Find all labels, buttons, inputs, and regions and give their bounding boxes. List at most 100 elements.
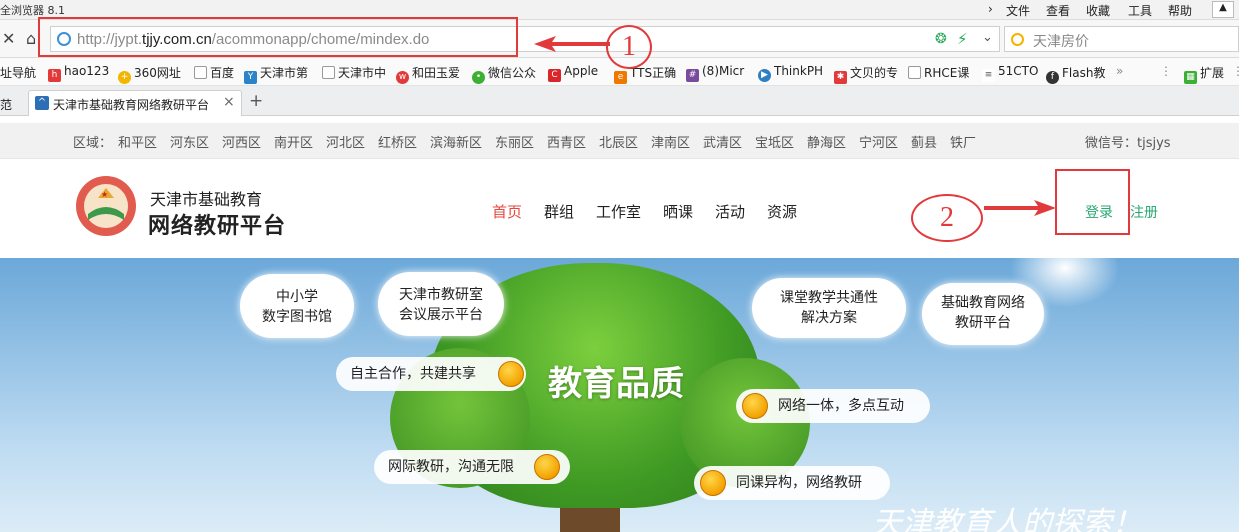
page-icon: [322, 66, 335, 79]
star-icon: ✱: [834, 71, 847, 84]
region-link[interactable]: 津南区: [651, 132, 690, 151]
home-icon[interactable]: ⌂: [26, 29, 36, 48]
flash-icon: f: [1046, 71, 1059, 84]
nav-activities[interactable]: 活动: [715, 201, 745, 222]
orange-icon: [498, 361, 524, 387]
more-icon[interactable]: ⋮: [1232, 64, 1239, 78]
slogan: 教育品质: [548, 364, 684, 404]
divider-icon: ⋮: [1160, 64, 1172, 78]
pill-label: 自主合作，共建共享: [350, 366, 476, 382]
bookmark-item[interactable]: f Flash教: [1046, 64, 1105, 84]
region-link[interactable]: 宝坻区: [755, 132, 794, 151]
bookmark-item[interactable]: Y 天津市第: [244, 64, 308, 84]
dropdown-chevron-icon[interactable]: ⌄: [982, 30, 993, 45]
handwriting-slogan: 天津教育人的探索！: [872, 506, 1142, 532]
annotation-circle-2: 2: [911, 194, 983, 242]
nav-resources[interactable]: 资源: [767, 201, 797, 222]
hero-banner: 中小学 数字图书馆 天津市教研室 会议展示平台 课堂教学共通性 解决方案 基础教…: [0, 258, 1239, 532]
nav-studio[interactable]: 工作室: [596, 201, 641, 222]
bookmark-item[interactable]: C Apple: [548, 64, 598, 82]
bookmark-item[interactable]: ✱ 文贝的专: [834, 64, 898, 84]
orange-icon: [700, 470, 726, 496]
bookmark-item[interactable]: RHCE课: [908, 64, 969, 81]
bookmark-item[interactable]: # (8)Micr: [686, 64, 744, 82]
region-link[interactable]: 北辰区: [599, 132, 638, 151]
orange-icon: [534, 454, 560, 480]
cloud-conference[interactable]: 天津市教研室 会议展示平台: [378, 272, 504, 336]
menu-help[interactable]: 帮助: [1168, 2, 1192, 19]
wechat-icon: •: [472, 71, 485, 84]
region-link[interactable]: 红桥区: [378, 132, 417, 151]
bookmark-item[interactable]: 百度: [194, 64, 234, 81]
bookmark-item[interactable]: 址导航: [0, 64, 36, 81]
play-icon: ▶: [758, 69, 771, 82]
site-favicon-icon: ^: [35, 96, 49, 110]
pill-label: 网际教研，沟通无限: [388, 459, 514, 475]
svg-text:★: ★: [101, 190, 108, 199]
region-link[interactable]: 宁河区: [859, 132, 898, 151]
menu-view[interactable]: 查看: [1046, 2, 1070, 19]
orange-icon: [742, 393, 768, 419]
cloud-platform[interactable]: 基础教育网络 教研平台: [922, 283, 1044, 345]
pill-label: 同课异构，网络教研: [736, 475, 862, 491]
annotation-url-box: [38, 17, 518, 57]
extensions-icon: ▦: [1184, 71, 1197, 84]
360-icon: +: [118, 71, 131, 84]
region-link[interactable]: 河西区: [222, 132, 261, 151]
bookmark-item[interactable]: w 和田玉爱: [396, 64, 460, 84]
annotation-circle-1: 1: [606, 25, 652, 69]
cloud-library[interactable]: 中小学 数字图书馆: [240, 274, 354, 338]
region-bar: 区域： 和平区 河东区 河西区 南开区 河北区 红桥区 滨海新区 东丽区 西青区…: [0, 123, 1239, 159]
browser-title: 全浏览器 8.1: [0, 4, 65, 17]
speed-icon[interactable]: ⚡: [957, 30, 968, 48]
tab-partial-label[interactable]: 范: [0, 96, 12, 113]
region-link[interactable]: 西青区: [547, 132, 586, 151]
cto-icon: ≡: [982, 69, 995, 82]
hao123-icon: h: [48, 69, 61, 82]
search-placeholder: 天津房价: [1033, 34, 1089, 50]
bookmark-item[interactable]: h hao123: [48, 64, 109, 82]
region-link[interactable]: 武清区: [703, 132, 742, 151]
region-link[interactable]: 滨海新区: [430, 132, 482, 151]
logo-emblem[interactable]: ★: [74, 174, 138, 238]
region-link[interactable]: 河东区: [170, 132, 209, 151]
tab-active[interactable]: ^ 天津市基础教育网络教研平台 ×: [28, 90, 242, 116]
tab-title: 天津市基础教育网络教研平台: [53, 98, 210, 112]
bookmark-item[interactable]: ≡ 51CTO: [982, 64, 1038, 82]
region-link[interactable]: 南开区: [274, 132, 313, 151]
tts-icon: e: [614, 71, 627, 84]
bookmark-item[interactable]: +360网址: [118, 64, 181, 84]
nav-groups[interactable]: 群组: [544, 201, 574, 222]
region-link[interactable]: 蓟县: [911, 132, 937, 151]
cloud-solutions[interactable]: 课堂教学共通性 解决方案: [752, 278, 906, 338]
menu-file[interactable]: 文件: [1006, 2, 1030, 19]
bookmark-item[interactable]: ▶ ThinkPH: [758, 64, 823, 82]
new-tab-button[interactable]: +: [249, 91, 263, 111]
extensions-button[interactable]: ▦ 扩展: [1184, 64, 1224, 84]
wechat-id: 微信号：tjsjys: [1085, 136, 1171, 151]
refresh-icon[interactable]: ❂: [935, 31, 947, 47]
register-link[interactable]: 注册: [1130, 202, 1158, 222]
region-label: 区域：: [73, 136, 113, 151]
search-input[interactable]: 天津房价: [1004, 26, 1239, 52]
tab-close-icon[interactable]: ×: [223, 94, 235, 110]
region-link[interactable]: 铁厂: [950, 132, 976, 151]
skin-icon[interactable]: ▲: [1212, 1, 1234, 18]
page-icon: [908, 66, 921, 79]
annotation-arrow-1: [534, 36, 610, 52]
region-link[interactable]: 和平区: [118, 132, 157, 151]
region-link[interactable]: 静海区: [807, 132, 846, 151]
close-icon[interactable]: ✕: [2, 29, 15, 48]
bookmark-item[interactable]: 天津市中: [322, 64, 386, 81]
nav-lessons[interactable]: 晒课: [663, 201, 693, 222]
menu-chevron-icon[interactable]: ›: [988, 2, 993, 16]
more-bookmarks-icon[interactable]: »: [1116, 64, 1123, 78]
menu-favorites[interactable]: 收藏: [1086, 2, 1110, 19]
nav-home[interactable]: 首页: [492, 201, 522, 222]
region-link[interactable]: 河北区: [326, 132, 365, 151]
menu-tools[interactable]: 工具: [1128, 2, 1152, 19]
bookmark-item[interactable]: • 微信公众: [472, 64, 536, 84]
logo-line2: 网络教研平台: [148, 214, 287, 239]
grid-icon: #: [686, 69, 699, 82]
region-link[interactable]: 东丽区: [495, 132, 534, 151]
